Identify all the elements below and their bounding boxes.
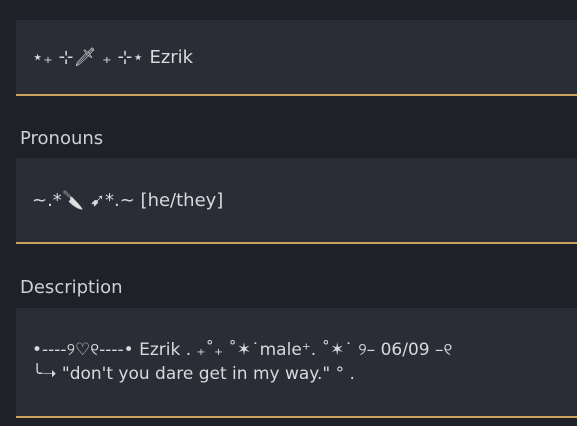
pronouns-label: Pronouns xyxy=(20,128,104,149)
pronouns-input[interactable]: ~.*🔪 ➹*.~ [he/they] xyxy=(16,158,577,244)
description-textarea[interactable]: •----୨♡୧----• Ezrik . ₊˚₊ ˚✶˙male⁺. ˚✶˙ … xyxy=(16,308,577,418)
description-label: Description xyxy=(20,277,123,298)
description-line-2: ╰➝ "don't you dare get in my way." ° . xyxy=(32,364,355,384)
description-value: •----୨♡୧----• Ezrik . ₊˚₊ ˚✶˙male⁺. ˚✶˙ … xyxy=(16,338,452,386)
pronouns-value: ~.*🔪 ➹*.~ [he/they] xyxy=(32,189,224,211)
name-input[interactable]: ⋆₊ ⊹🗡 ₊ ⊹⋆ Ezrik xyxy=(16,20,577,96)
profile-editor: ⋆₊ ⊹🗡 ₊ ⊹⋆ Ezrik Pronouns ~.*🔪 ➹*.~ [he/… xyxy=(0,0,577,426)
name-value: ⋆₊ ⊹🗡 ₊ ⊹⋆ Ezrik xyxy=(32,46,194,68)
description-line-1: •----୨♡୧----• Ezrik . ₊˚₊ ˚✶˙male⁺. ˚✶˙ … xyxy=(32,340,453,360)
